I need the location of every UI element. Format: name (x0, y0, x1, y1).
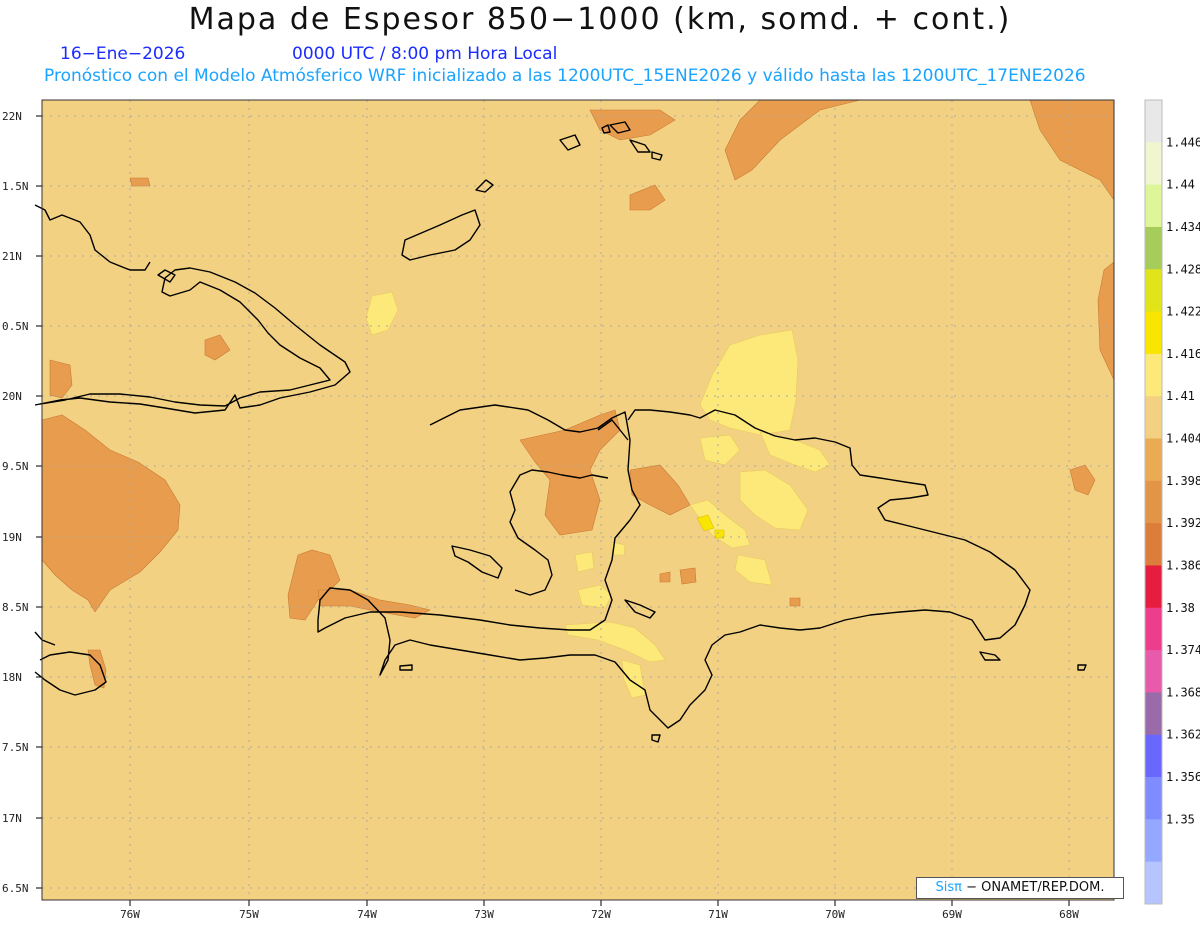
legend-level-label: 1.398 (1166, 474, 1200, 488)
lon-label: 76W (120, 908, 140, 921)
legend-level-label: 1.35 (1166, 812, 1195, 826)
legend-swatch (1145, 650, 1162, 693)
lat-label: 0.5N (2, 320, 29, 333)
legend-level-label: 1.374 (1166, 643, 1200, 657)
legend-swatch (1145, 819, 1162, 863)
lon-label: 73W (474, 908, 494, 921)
legend-level-label: 1.356 (1166, 770, 1200, 784)
lon-label: 72W (591, 908, 611, 921)
legend-colorbar (1144, 99, 1163, 905)
legend-level-label: 1.392 (1166, 516, 1200, 530)
lat-label: 8.5N (2, 601, 29, 614)
lon-label: 75W (239, 908, 259, 921)
lon-label: 74W (357, 908, 377, 921)
legend-level-label: 1.38 (1166, 601, 1195, 615)
legend-level-label: 1.428 (1166, 262, 1200, 276)
legend-level-label: 1.41 (1166, 389, 1195, 403)
lat-label: 18N (2, 671, 22, 684)
credit-brand: Sisπ (935, 880, 962, 895)
lon-label: 69W (942, 908, 962, 921)
legend-swatch (1145, 438, 1162, 482)
legend-swatch (1145, 692, 1162, 736)
legend-level-label: 1.404 (1166, 432, 1200, 446)
legend-swatch (1145, 184, 1162, 228)
legend-swatch (1145, 734, 1162, 778)
legend-swatch (1145, 523, 1162, 566)
legend-level-label: 1.368 (1166, 685, 1200, 699)
legend-swatch (1145, 861, 1162, 905)
lon-label: 71W (708, 908, 728, 921)
legend-swatch (1145, 480, 1162, 524)
legend-swatch (1145, 311, 1162, 355)
lat-label: 22N (2, 110, 22, 123)
legend-level-label: 1.416 (1166, 347, 1200, 361)
lat-label: 17N (2, 812, 22, 825)
lon-label: 68W (1059, 908, 1079, 921)
lat-label: 9.5N (2, 460, 29, 473)
lat-label: 7.5N (2, 741, 29, 754)
legend-level-label: 1.446 (1166, 135, 1200, 149)
legend-level-label: 1.434 (1166, 220, 1200, 234)
lon-label: 70W (825, 908, 845, 921)
legend-swatch (1145, 565, 1162, 609)
lat-label: 21N (2, 250, 22, 263)
legend-labels: 1.446 1.44 1.434 1.428 1.422 1.416 1.41 1.404 1.… (1166, 135, 1200, 826)
legend-swatch (1145, 226, 1162, 270)
legend-level-label: 1.362 (1166, 728, 1200, 742)
legend-swatch (1145, 607, 1162, 651)
legend-swatch (1145, 353, 1162, 397)
legend-level-label: 1.422 (1166, 305, 1200, 319)
lat-label: 6.5N (2, 882, 29, 895)
legend-swatch (1145, 269, 1162, 313)
lat-label: 19N (2, 531, 22, 544)
legend-level-label: 1.386 (1166, 558, 1200, 572)
credit-box: Sisπ − ONAMET/REP.DOM. (916, 877, 1124, 899)
legend-swatch (1145, 100, 1162, 143)
legend-level-label: 1.44 (1166, 178, 1195, 192)
legend-swatch (1145, 777, 1162, 820)
legend-swatch (1145, 396, 1162, 440)
lat-label: 20N (2, 390, 22, 403)
legend-swatch (1145, 142, 1162, 186)
lat-label: 1.5N (2, 180, 29, 193)
thickness-map: 22N 1.5N 21N 0.5N 20N 9.5N 19N 8.5N 18N … (2, 99, 1200, 921)
credit-org: − ONAMET/REP.DOM. (966, 880, 1105, 895)
